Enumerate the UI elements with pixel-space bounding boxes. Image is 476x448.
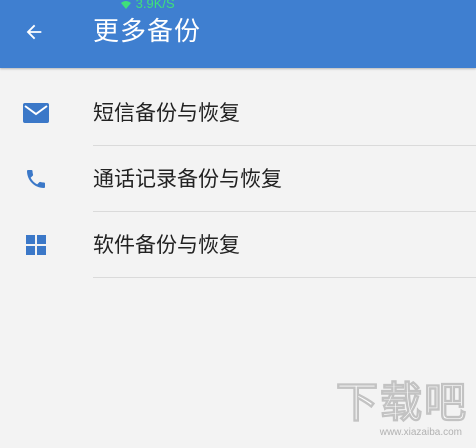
list-item-app-backup[interactable]: 软件备份与恢复 bbox=[0, 212, 476, 278]
phone-icon bbox=[22, 167, 50, 191]
envelope-icon bbox=[22, 101, 50, 125]
arrow-back-icon bbox=[26, 24, 42, 40]
list-item-call-log-backup[interactable]: 通话记录备份与恢复 bbox=[0, 146, 476, 212]
back-button[interactable] bbox=[14, 14, 54, 50]
windows-grid-icon bbox=[22, 233, 50, 257]
backup-options-list: 短信备份与恢复 通话记录备份与恢复 软件备份与恢复 bbox=[0, 80, 476, 278]
list-item-label: 软件备份与恢复 bbox=[93, 233, 240, 257]
divider bbox=[93, 277, 476, 278]
list-item-label: 短信备份与恢复 bbox=[93, 101, 240, 125]
list-item-label: 通话记录备份与恢复 bbox=[93, 167, 282, 191]
list-item-sms-backup[interactable]: 短信备份与恢复 bbox=[0, 80, 476, 146]
app-bar: 3.9K/S 更多备份 bbox=[0, 0, 476, 68]
watermark-brand: 下载吧 bbox=[335, 378, 468, 427]
watermark: 下载吧 www.xiazaiba.com bbox=[335, 378, 468, 438]
page-title: 更多备份 bbox=[93, 17, 202, 47]
watermark-url: www.xiazaiba.com bbox=[379, 427, 462, 438]
network-speed-text: 3.9K/S bbox=[135, 0, 175, 11]
network-speed-indicator: 3.9K/S bbox=[120, 0, 175, 11]
wifi-icon bbox=[121, 0, 131, 9]
